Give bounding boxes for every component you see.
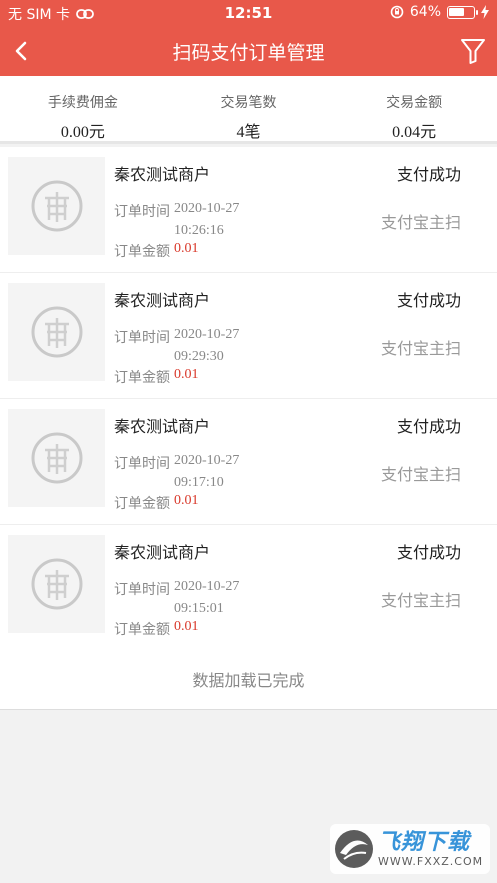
summary-value: 4笔 bbox=[236, 124, 261, 141]
order-amount-label: 订单金额 bbox=[114, 370, 170, 386]
order-time-label: 订单时间 bbox=[114, 582, 170, 598]
order-item[interactable]: 秦农测试商户 支付成功 订单时间 2020-10-27 09:29:30 订单金… bbox=[0, 273, 497, 399]
summary-count: 交易笔数 4笔 bbox=[166, 76, 332, 141]
order-time-label: 订单时间 bbox=[114, 204, 170, 220]
summary-value: 0.00元 bbox=[60, 124, 105, 141]
page-title: 扫码支付订单管理 bbox=[172, 42, 325, 64]
merchant-name: 秦农测试商户 bbox=[114, 543, 211, 562]
merchant-thumbnail bbox=[8, 157, 105, 255]
order-time-label: 订单时间 bbox=[114, 456, 170, 472]
watermark-title: 飞翔下载 bbox=[378, 829, 471, 855]
order-clock: 10:26:16 bbox=[174, 223, 224, 238]
download-logo-icon bbox=[335, 830, 373, 868]
site-watermark: 飞翔下载 WWW.FXXZ.COM bbox=[330, 824, 490, 874]
bank-seal-icon bbox=[31, 558, 82, 610]
charging-bolt-icon bbox=[481, 5, 489, 19]
watermark-url: WWW.FXXZ.COM bbox=[378, 854, 484, 868]
merchant-name: 秦农测试商户 bbox=[114, 291, 211, 310]
payment-status: 支付成功 bbox=[396, 291, 461, 310]
merchant-thumbnail bbox=[8, 283, 105, 381]
order-item[interactable]: 秦农测试商户 支付成功 订单时间 2020-10-27 09:17:10 订单金… bbox=[0, 399, 497, 525]
funnel-icon[interactable] bbox=[459, 36, 487, 66]
bank-seal-icon bbox=[31, 180, 82, 232]
pay-type: 支付宝主扫 bbox=[380, 591, 461, 610]
bank-seal-icon bbox=[31, 432, 82, 484]
merchant-thumbnail bbox=[8, 535, 105, 633]
order-amount-label: 订单金额 bbox=[114, 244, 170, 260]
summary-value: 0.04元 bbox=[392, 124, 437, 141]
payment-status: 支付成功 bbox=[396, 417, 461, 436]
order-amount: 0.01 bbox=[174, 241, 199, 256]
order-date: 2020-10-27 bbox=[174, 453, 240, 468]
watermark-text: 飞翔下载 WWW.FXXZ.COM bbox=[378, 829, 484, 868]
nav-bar: 扫码支付订单管理 bbox=[0, 26, 497, 76]
order-time-label: 订单时间 bbox=[114, 330, 170, 346]
order-item[interactable]: 秦农测试商户 支付成功 订单时间 2020-10-27 09:15:01 订单金… bbox=[0, 525, 497, 651]
battery-icon bbox=[447, 5, 478, 19]
order-clock: 09:29:30 bbox=[174, 349, 224, 364]
order-amount: 0.01 bbox=[174, 367, 199, 382]
summary-label: 交易笔数 bbox=[220, 95, 277, 111]
rotation-lock-icon bbox=[390, 5, 404, 19]
bank-seal-icon bbox=[31, 306, 82, 358]
order-amount: 0.01 bbox=[174, 493, 199, 508]
status-bar: 无 SIM 卡 12:51 64% bbox=[0, 0, 497, 26]
order-clock: 09:15:01 bbox=[174, 601, 224, 616]
payment-status: 支付成功 bbox=[396, 543, 461, 562]
order-item[interactable]: 秦农测试商户 支付成功 订单时间 2020-10-27 10:26:16 订单金… bbox=[0, 147, 497, 273]
load-complete-text: 数据加载已完成 bbox=[192, 671, 305, 690]
summary-label: 手续费佣金 bbox=[47, 95, 118, 111]
pay-type: 支付宝主扫 bbox=[380, 465, 461, 484]
order-list: 秦农测试商户 支付成功 订单时间 2020-10-27 10:26:16 订单金… bbox=[0, 147, 497, 710]
order-date: 2020-10-27 bbox=[174, 327, 240, 342]
merchant-thumbnail bbox=[8, 409, 105, 507]
order-amount: 0.01 bbox=[174, 619, 199, 634]
pay-type: 支付宝主扫 bbox=[380, 339, 461, 358]
merchant-name: 秦农测试商户 bbox=[114, 165, 211, 184]
order-amount-label: 订单金额 bbox=[114, 622, 170, 638]
order-clock: 09:17:10 bbox=[174, 475, 224, 490]
order-date: 2020-10-27 bbox=[174, 579, 240, 594]
summary-commission: 手续费佣金 0.00元 bbox=[0, 76, 166, 141]
summary-amount: 交易金额 0.04元 bbox=[331, 76, 497, 141]
summary-label: 交易金额 bbox=[386, 95, 443, 111]
merchant-name: 秦农测试商户 bbox=[114, 417, 211, 436]
order-date: 2020-10-27 bbox=[174, 201, 240, 216]
summary-bar: 手续费佣金 0.00元 交易笔数 4笔 交易金额 0.04元 bbox=[0, 76, 497, 144]
pay-type: 支付宝主扫 bbox=[380, 213, 461, 232]
battery-percent: 64% bbox=[409, 4, 441, 20]
order-amount-label: 订单金额 bbox=[114, 496, 170, 512]
status-right: 64% bbox=[390, 4, 489, 20]
payment-status: 支付成功 bbox=[396, 165, 461, 184]
